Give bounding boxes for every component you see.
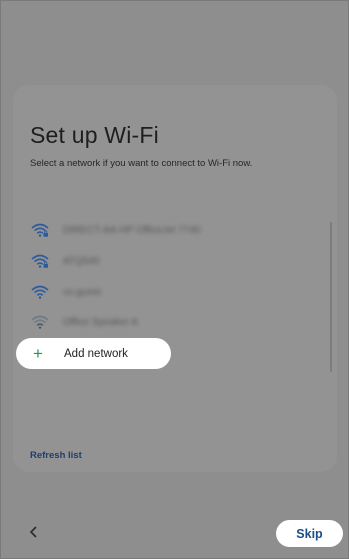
network-name: vs-guest (63, 286, 101, 298)
wifi-lock-icon (31, 254, 49, 268)
network-name: DIRECT-AA-HP OfficeJet 7740 (63, 224, 201, 236)
add-network-label: Add network (64, 347, 128, 360)
network-item[interactable]: DIRECT-AA-HP OfficeJet 7740 (31, 219, 291, 241)
chevron-left-icon (29, 526, 37, 538)
network-name: ATQ540 (63, 255, 100, 267)
page-subtitle: Select a network if you want to connect … (30, 158, 253, 169)
network-item[interactable]: ATQ540 (31, 250, 291, 272)
page-title: Set up Wi-Fi (30, 122, 159, 148)
network-item[interactable]: Office Speaker A (31, 311, 291, 333)
wifi-lock-icon (31, 223, 49, 237)
network-name: Office Speaker A (63, 316, 138, 328)
wifi-setup-card: Set up Wi-Fi Select a network if you wan… (13, 85, 337, 472)
skip-button[interactable]: Skip (276, 520, 343, 547)
add-network-button[interactable]: + Add network (16, 338, 171, 369)
back-button[interactable] (27, 524, 41, 540)
scrollbar[interactable] (330, 222, 332, 372)
wifi-weak-icon (31, 315, 49, 329)
network-item[interactable]: vs-guest (31, 281, 291, 303)
wifi-icon (31, 285, 49, 299)
plus-icon: + (33, 344, 43, 363)
refresh-list-link[interactable]: Refresh list (30, 450, 82, 461)
